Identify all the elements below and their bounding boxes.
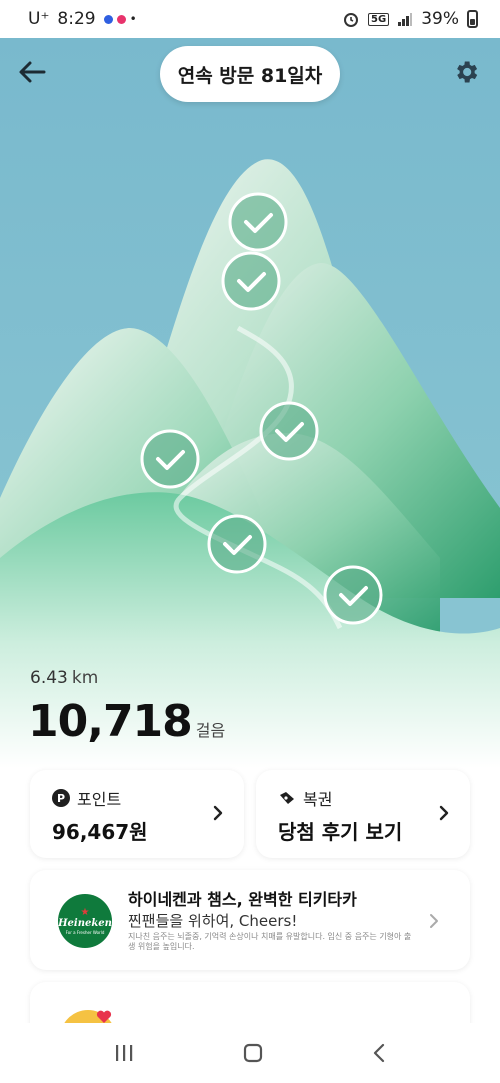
steps-unit: 걸음 bbox=[195, 721, 226, 740]
back-button[interactable] bbox=[16, 56, 48, 88]
gear-icon bbox=[457, 61, 478, 83]
recents-icon[interactable] bbox=[113, 1043, 135, 1063]
lottery-value: 당첨 후기 보기 bbox=[278, 820, 403, 844]
signal-icon bbox=[398, 13, 413, 26]
lottery-card[interactable]: 복권 당첨 후기 보기 bbox=[256, 770, 470, 858]
battery-icon bbox=[467, 10, 478, 28]
mountain-scene bbox=[0, 38, 500, 768]
ad-title: 하이네켄과 챔스, 완벽한 티키타카 bbox=[128, 890, 357, 909]
streak-label: 연속 방문 81일차 bbox=[177, 64, 323, 87]
notification-dot-icon bbox=[103, 14, 113, 24]
back-chevron-icon[interactable] bbox=[371, 1042, 387, 1064]
system-nav-bar bbox=[0, 1023, 500, 1083]
ticket-icon bbox=[280, 792, 294, 804]
notification-dot-icon bbox=[116, 14, 126, 24]
visit-streak-pill: 연속 방문 81일차 bbox=[160, 46, 340, 102]
steps-readout: 10,718 걸음 bbox=[28, 696, 225, 747]
status-bar: U⁺ 8:29 • 5G 39% bbox=[0, 0, 500, 38]
status-left: U⁺ 8:29 • bbox=[28, 9, 137, 29]
network-type: 5G bbox=[368, 12, 390, 26]
steps-value: 10,718 bbox=[28, 696, 193, 747]
carrier-label: U⁺ bbox=[28, 9, 50, 29]
more-notifications-icon: • bbox=[129, 12, 137, 26]
ad-subtitle: 찐팬들을 위하여, Cheers! bbox=[128, 912, 298, 930]
checkpoint-check-icon bbox=[228, 192, 288, 252]
back-arrow-icon bbox=[19, 61, 46, 83]
points-label: 포인트 bbox=[77, 790, 122, 809]
distance-unit: km bbox=[71, 668, 99, 688]
chevron-right-icon bbox=[213, 805, 223, 821]
notification-icons: • bbox=[103, 12, 137, 26]
heineken-logo: ★ Heineken For a Fresher World bbox=[58, 894, 112, 948]
checkpoint-check-icon bbox=[221, 251, 281, 311]
heart-icon bbox=[96, 1010, 112, 1023]
ad-warning: 지나친 음주는 뇌졸중, 기억력 손상이나 치매를 유발합니다. 임신 중 음주… bbox=[128, 932, 412, 951]
checkpoint-check-icon bbox=[140, 429, 200, 489]
settings-button[interactable] bbox=[448, 54, 484, 90]
checkpoint-check-icon bbox=[323, 565, 383, 625]
chevron-right-icon bbox=[430, 914, 438, 928]
chevron-right-icon bbox=[439, 805, 449, 821]
checkpoint-check-icon bbox=[259, 401, 319, 461]
home-icon[interactable] bbox=[242, 1042, 264, 1064]
points-card[interactable]: P 포인트 96,467원 bbox=[30, 770, 244, 858]
distance-value: 6.43 bbox=[30, 668, 68, 688]
checkpoint-check-icon bbox=[207, 514, 267, 574]
lottery-label: 복권 bbox=[303, 790, 333, 809]
points-value: 96,467원 bbox=[52, 820, 148, 844]
lottery-header: 복권 bbox=[278, 786, 332, 810]
ad-card[interactable]: ★ Heineken For a Fresher World 하이네켄과 챔스,… bbox=[30, 870, 470, 970]
ad-logo-brand: Heineken bbox=[58, 917, 112, 929]
alarm-icon bbox=[344, 13, 359, 27]
distance-readout: 6.43 km bbox=[30, 668, 98, 688]
points-icon: P bbox=[52, 789, 70, 807]
ad-logo-tagline: For a Fresher World bbox=[65, 929, 105, 935]
points-header: P 포인트 bbox=[52, 786, 121, 810]
status-time: 8:29 bbox=[57, 9, 96, 29]
status-right: 5G 39% bbox=[342, 9, 478, 29]
star-icon: ★ bbox=[80, 906, 90, 918]
checkpoint-layer bbox=[140, 192, 383, 625]
battery-percent: 39% bbox=[421, 9, 459, 29]
